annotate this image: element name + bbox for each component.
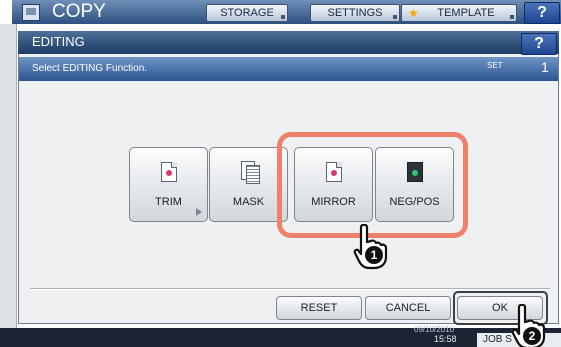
footer-divider [30,288,550,290]
tab-settings[interactable]: SETTINGS [310,4,400,22]
submenu-arrow-icon [196,208,202,216]
cancel-button[interactable]: CANCEL [365,296,451,320]
clock-readout: 15:58 [434,334,457,344]
copy-screen-title: COPY [52,1,106,22]
tab-template-label: TEMPLATE [437,7,495,19]
help-button[interactable]: ? [524,2,560,24]
tab-settings-label: SETTINGS [327,7,383,19]
star-icon: ★ [408,6,419,20]
trim-button[interactable]: TRIM [129,147,208,222]
dialog-title-bar [18,31,559,54]
reset-button[interactable]: RESET [276,296,362,320]
dialog-help-button[interactable]: ? [521,33,557,55]
tab-corner-icon [393,15,397,19]
left-panel [0,24,17,329]
tab-storage[interactable]: STORAGE [206,4,288,22]
trim-icon [161,162,177,182]
highlight-frame [277,132,468,238]
step-1-number: 1 [371,248,378,262]
message-text: Select EDITING Function. [32,63,148,74]
tab-corner-icon [510,15,514,19]
pointing-hand-icon: 1 [353,224,388,270]
tab-storage-label: STORAGE [220,7,274,19]
set-count: 1 [541,59,549,75]
dialog-title: EDITING [32,34,85,49]
set-label: SET [487,61,503,70]
tab-template[interactable]: ★ TEMPLATE [401,4,517,22]
mask-label: MASK [232,196,265,208]
tab-corner-icon [281,15,285,19]
pointing-hand-icon: 2 [511,304,546,347]
mask-icon-front [246,165,260,184]
copy-app-icon [22,4,40,21]
trim-label: TRIM [155,196,182,208]
date-readout: 09/10/2010 [414,326,455,334]
step-2-number: 2 [529,329,536,343]
